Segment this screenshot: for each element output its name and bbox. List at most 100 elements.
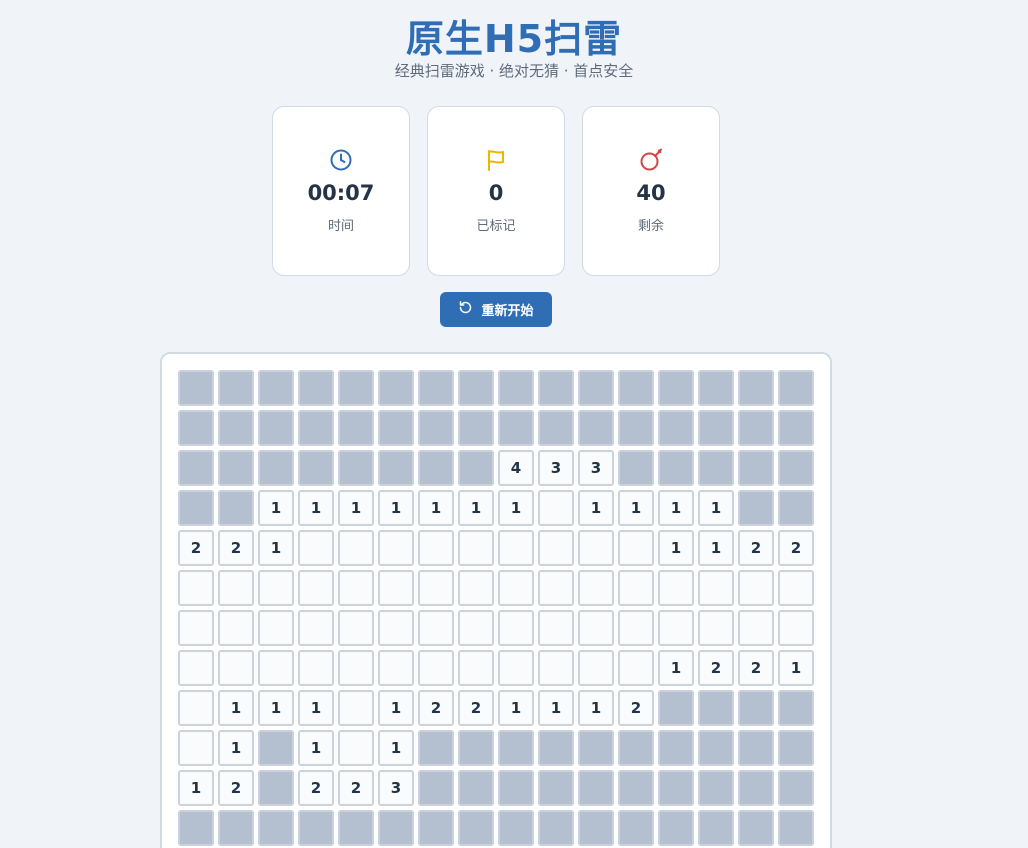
board-cell[interactable]	[578, 810, 614, 846]
board-cell[interactable]	[258, 730, 294, 766]
board-cell[interactable]	[418, 730, 454, 766]
board-cell[interactable]	[778, 450, 814, 486]
board-cell[interactable]	[458, 770, 494, 806]
board-cell[interactable]	[658, 690, 694, 726]
board-cell[interactable]	[698, 770, 734, 806]
board-cell[interactable]	[498, 410, 534, 446]
board-cell[interactable]	[738, 490, 774, 526]
board-cell[interactable]	[538, 730, 574, 766]
board-cell[interactable]	[738, 370, 774, 406]
board-cell[interactable]	[458, 730, 494, 766]
board-cell[interactable]	[658, 730, 694, 766]
board-cell[interactable]	[538, 410, 574, 446]
board-cell[interactable]	[738, 690, 774, 726]
board-cell[interactable]	[218, 450, 254, 486]
board-cell[interactable]	[418, 370, 454, 406]
board-cell[interactable]	[458, 410, 494, 446]
board-cell[interactable]	[258, 410, 294, 446]
board-cell[interactable]	[338, 810, 374, 846]
board-cell	[178, 730, 214, 766]
board-cell[interactable]	[298, 450, 334, 486]
board-cell[interactable]	[178, 410, 214, 446]
board-cell[interactable]	[618, 410, 654, 446]
board-cell[interactable]	[178, 450, 214, 486]
board-cell[interactable]	[458, 370, 494, 406]
board-cell[interactable]	[618, 730, 654, 766]
board-cell[interactable]	[778, 490, 814, 526]
board-cell[interactable]	[698, 370, 734, 406]
board-cell[interactable]	[458, 450, 494, 486]
board-cell	[378, 570, 414, 606]
board-cell[interactable]	[338, 410, 374, 446]
board-cell[interactable]	[658, 450, 694, 486]
board-cell[interactable]	[378, 370, 414, 406]
board-cell[interactable]	[378, 410, 414, 446]
board-cell[interactable]	[218, 490, 254, 526]
board-cell[interactable]	[258, 770, 294, 806]
board-cell[interactable]	[578, 410, 614, 446]
board-cell[interactable]	[298, 810, 334, 846]
board-cell[interactable]	[498, 370, 534, 406]
board-cell[interactable]	[618, 450, 654, 486]
board-cell[interactable]	[178, 490, 214, 526]
board-cell[interactable]	[578, 370, 614, 406]
board-cell[interactable]	[698, 450, 734, 486]
board-cell[interactable]	[418, 450, 454, 486]
board-cell[interactable]	[618, 370, 654, 406]
board-cell[interactable]	[778, 810, 814, 846]
restart-button[interactable]: 重新开始	[440, 292, 552, 327]
board-cell[interactable]	[418, 810, 454, 846]
board-cell[interactable]	[778, 770, 814, 806]
stats-panel: 00:07 时间 0 已标记 40 剩余	[272, 106, 720, 276]
board-cell: 1	[298, 490, 334, 526]
board-cell[interactable]	[778, 370, 814, 406]
board-cell[interactable]	[658, 370, 694, 406]
board-cell[interactable]	[618, 770, 654, 806]
board-cell[interactable]	[738, 730, 774, 766]
board-cell	[418, 650, 454, 686]
board-cell[interactable]	[258, 810, 294, 846]
board-cell[interactable]	[418, 410, 454, 446]
board-cell[interactable]	[418, 770, 454, 806]
board-cell[interactable]	[658, 410, 694, 446]
board-cell[interactable]	[498, 770, 534, 806]
board-cell: 2	[618, 690, 654, 726]
board-cell[interactable]	[298, 370, 334, 406]
board-cell[interactable]	[578, 770, 614, 806]
board-cell[interactable]	[218, 810, 254, 846]
board-cell[interactable]	[338, 450, 374, 486]
board-cell[interactable]	[538, 770, 574, 806]
board-cell[interactable]	[258, 450, 294, 486]
board-cell	[538, 530, 574, 566]
board-cell[interactable]	[458, 810, 494, 846]
board-cell[interactable]	[498, 730, 534, 766]
board-cell: 1	[418, 490, 454, 526]
board-cell[interactable]	[738, 810, 774, 846]
board-cell[interactable]	[538, 810, 574, 846]
board-cell[interactable]	[698, 730, 734, 766]
board-cell[interactable]	[618, 810, 654, 846]
board-cell[interactable]	[218, 410, 254, 446]
board-cell[interactable]	[378, 810, 414, 846]
board-cell[interactable]	[778, 690, 814, 726]
board-cell[interactable]	[178, 810, 214, 846]
board-cell[interactable]	[378, 450, 414, 486]
board-cell[interactable]	[538, 370, 574, 406]
board-cell[interactable]	[778, 410, 814, 446]
board-cell[interactable]	[178, 370, 214, 406]
board-cell[interactable]	[738, 410, 774, 446]
board-cell[interactable]	[698, 410, 734, 446]
board-cell[interactable]	[778, 730, 814, 766]
board-cell[interactable]	[698, 690, 734, 726]
board-cell[interactable]	[698, 810, 734, 846]
board-cell[interactable]	[258, 370, 294, 406]
board-cell[interactable]	[498, 810, 534, 846]
board-cell[interactable]	[338, 370, 374, 406]
board-cell[interactable]	[738, 450, 774, 486]
board-cell[interactable]	[658, 810, 694, 846]
board-cell[interactable]	[298, 410, 334, 446]
board-cell[interactable]	[218, 370, 254, 406]
board-cell[interactable]	[738, 770, 774, 806]
board-cell[interactable]	[658, 770, 694, 806]
board-cell[interactable]	[578, 730, 614, 766]
